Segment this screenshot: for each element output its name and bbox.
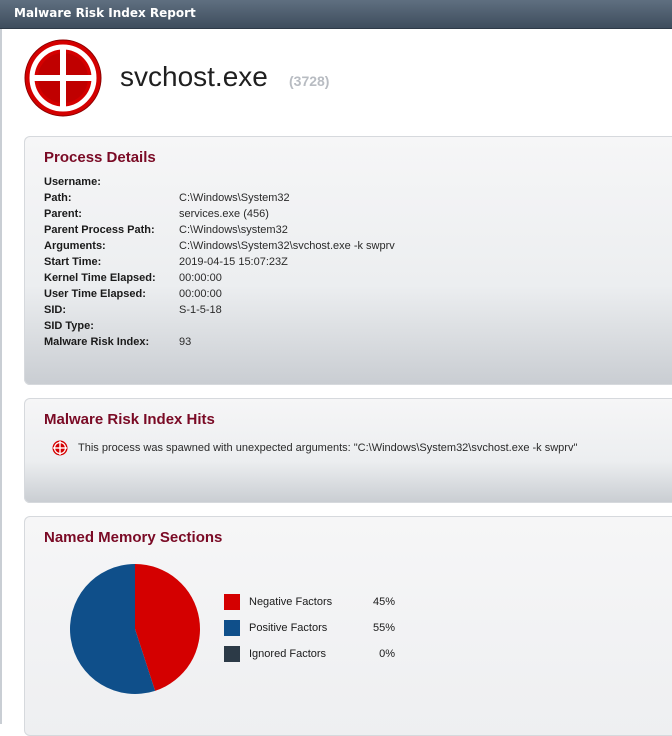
- process-details-heading: Process Details: [44, 149, 156, 166]
- detail-label: Malware Risk Index:: [44, 336, 150, 348]
- risk-hit-text: This process was spawned with unexpected…: [78, 442, 578, 454]
- legend-label: Negative Factors: [249, 596, 333, 608]
- legend-label: Ignored Factors: [249, 648, 327, 660]
- window-titlebar: Malware Risk Index Report: [0, 0, 672, 29]
- detail-label: User Time Elapsed:: [44, 288, 146, 300]
- detail-value: C:\Windows\System32\svchost.exe -k swprv: [179, 240, 395, 252]
- legend-value: 45%: [372, 596, 395, 608]
- malware-risk-logo-icon: [24, 39, 102, 117]
- detail-value: S-1-5-18: [179, 304, 222, 316]
- detail-label: Path:: [44, 192, 72, 204]
- detail-label: Username:: [44, 176, 101, 188]
- detail-value: 00:00:00: [179, 272, 222, 284]
- legend-swatch-ignored: [224, 646, 240, 662]
- detail-label: Parent Process Path:: [44, 224, 155, 236]
- detail-value: 2019-04-15 15:07:23Z: [179, 256, 288, 268]
- report-header: svchost.exe (3728): [24, 39, 664, 119]
- window-left-border: [0, 29, 2, 724]
- pie-legend: Negative Factors 45% Positive Factors 55…: [224, 594, 424, 672]
- detail-value: C:\Windows\System32: [179, 192, 290, 204]
- detail-label: SID Type:: [44, 320, 94, 332]
- legend-item-positive: Positive Factors 55%: [224, 620, 424, 646]
- detail-label: Start Time:: [44, 256, 102, 268]
- detail-label: Kernel Time Elapsed:: [44, 272, 156, 284]
- detail-value: 00:00:00: [179, 288, 222, 300]
- detail-label: Parent:: [44, 208, 82, 220]
- process-details-panel: Process Details Username: Path: C:\Windows…: [24, 136, 672, 385]
- legend-swatch-negative: [224, 594, 240, 610]
- detail-value: 93: [179, 336, 192, 348]
- process-id: (3728): [289, 73, 330, 89]
- legend-item-ignored: Ignored Factors 0%: [224, 646, 424, 672]
- legend-value: 55%: [372, 622, 395, 634]
- memory-sections-panel: Named Memory Sections Negative Factors 4…: [24, 516, 672, 736]
- memory-sections-heading: Named Memory Sections: [44, 529, 223, 546]
- detail-value: C:\Windows\system32: [179, 224, 288, 236]
- legend-value: 0%: [379, 648, 395, 660]
- process-name: svchost.exe: [120, 61, 268, 92]
- legend-swatch-positive: [224, 620, 240, 636]
- detail-label: SID:: [44, 304, 66, 316]
- legend-item-negative: Negative Factors 45%: [224, 594, 424, 620]
- legend-label: Positive Factors: [249, 622, 328, 634]
- window-title: Malware Risk Index Report: [14, 6, 196, 20]
- risk-crosshair-icon: [52, 440, 68, 456]
- detail-label: Arguments:: [44, 240, 106, 252]
- risk-hits-heading: Malware Risk Index Hits: [44, 411, 215, 428]
- detail-value: services.exe (456): [179, 208, 269, 220]
- factors-pie-chart: [70, 564, 200, 694]
- risk-hits-panel: Malware Risk Index Hits This process was…: [24, 398, 672, 503]
